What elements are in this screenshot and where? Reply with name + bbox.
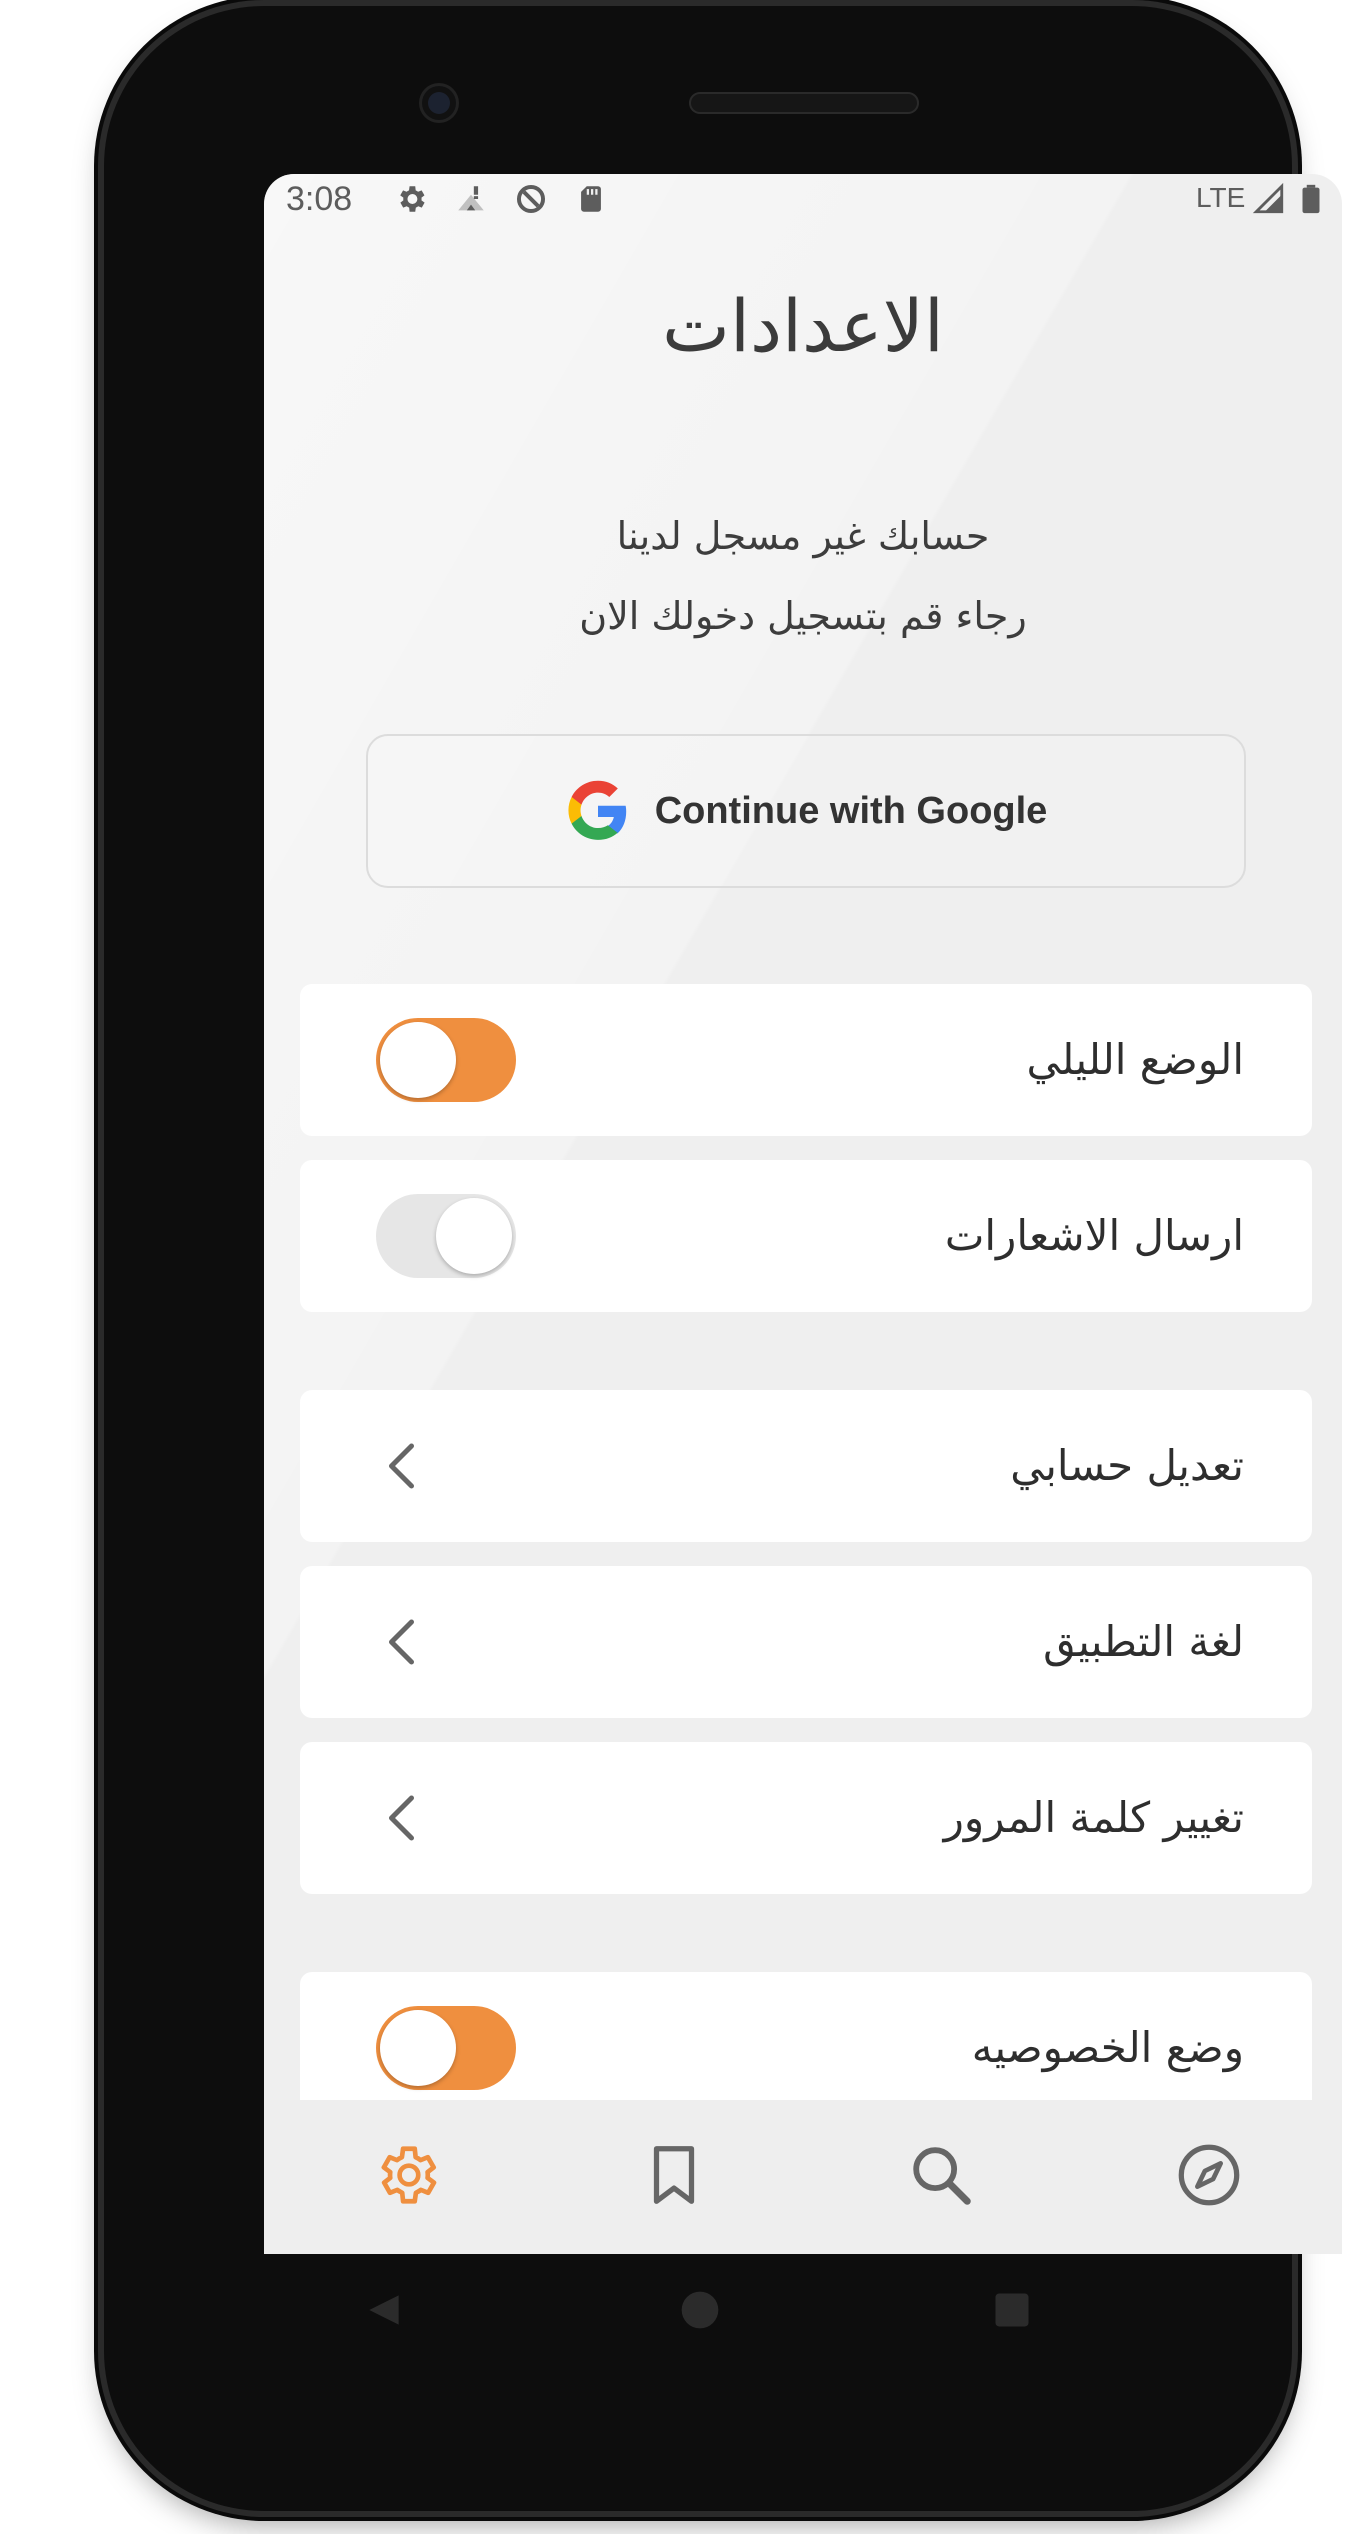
google-g-icon [568, 780, 626, 840]
page-title: الاعدادات [662, 284, 944, 368]
change-password-label: تغيير كلمة المرور [943, 1793, 1244, 1842]
notifications-toggle[interactable] [376, 1194, 516, 1278]
night-mode-row: الوضع الليلي [300, 984, 1312, 1136]
search-icon[interactable] [906, 2140, 976, 2210]
night-mode-toggle[interactable] [376, 1018, 516, 1102]
wifi-icon [458, 186, 484, 211]
signal-icon [1252, 182, 1284, 214]
phone-frame: 3:08 LTE الاعدادات حسابك غير مسجل لدينا … [104, 6, 1342, 2511]
status-bar: 3:08 LTE [264, 174, 1342, 224]
back-icon[interactable] [362, 2288, 406, 2332]
edit-account-label: تعديل حسابي [1010, 1441, 1244, 1490]
toggle-knob [380, 1022, 456, 1098]
google-button-label: Continue with Google [654, 789, 1048, 832]
night-mode-label: الوضع الليلي [1026, 1035, 1245, 1084]
app-screen: 3:08 LTE الاعدادات حسابك غير مسجل لدينا … [264, 174, 1342, 2254]
battery-icon [1302, 184, 1320, 214]
recents-icon[interactable] [990, 2288, 1034, 2332]
front-camera [422, 86, 456, 120]
toggle-knob [380, 2010, 456, 2086]
bookmark-icon[interactable] [639, 2140, 709, 2210]
app-language-label: لغة التطبيق [1043, 1617, 1244, 1666]
compass-icon[interactable] [1174, 2140, 1244, 2210]
toggle-knob [436, 1198, 512, 1274]
earpiece-speaker [689, 92, 919, 114]
edit-account-row[interactable]: تعديل حسابي [300, 1390, 1312, 1542]
not-registered-message: حسابك غير مسجل لدينا [616, 514, 990, 558]
gear-icon[interactable] [371, 2140, 441, 2210]
app-language-row[interactable]: لغة التطبيق [300, 1566, 1312, 1718]
chevron-left-icon [389, 1795, 414, 1841]
network-type: LTE [1196, 182, 1246, 213]
notifications-label: ارسال الاشعارات [944, 1211, 1244, 1260]
home-icon[interactable] [678, 2288, 722, 2332]
data-saver-icon [516, 184, 546, 214]
gear-icon [400, 186, 425, 212]
system-navigation-bar [264, 2254, 1342, 2374]
status-time: 3:08 [286, 180, 353, 218]
login-prompt-message: رجاء قم بتسجيل دخولك الان [579, 594, 1027, 638]
chevron-left-icon [389, 1443, 414, 1489]
continue-with-google-button[interactable]: Continue with Google [366, 734, 1246, 888]
bottom-navigation [264, 2100, 1342, 2254]
privacy-mode-toggle[interactable] [376, 2006, 516, 2090]
notifications-row: ارسال الاشعارات [300, 1160, 1312, 1312]
sd-card-icon [581, 186, 601, 212]
change-password-row[interactable]: تغيير كلمة المرور [300, 1742, 1312, 1894]
chevron-left-icon [389, 1619, 414, 1665]
